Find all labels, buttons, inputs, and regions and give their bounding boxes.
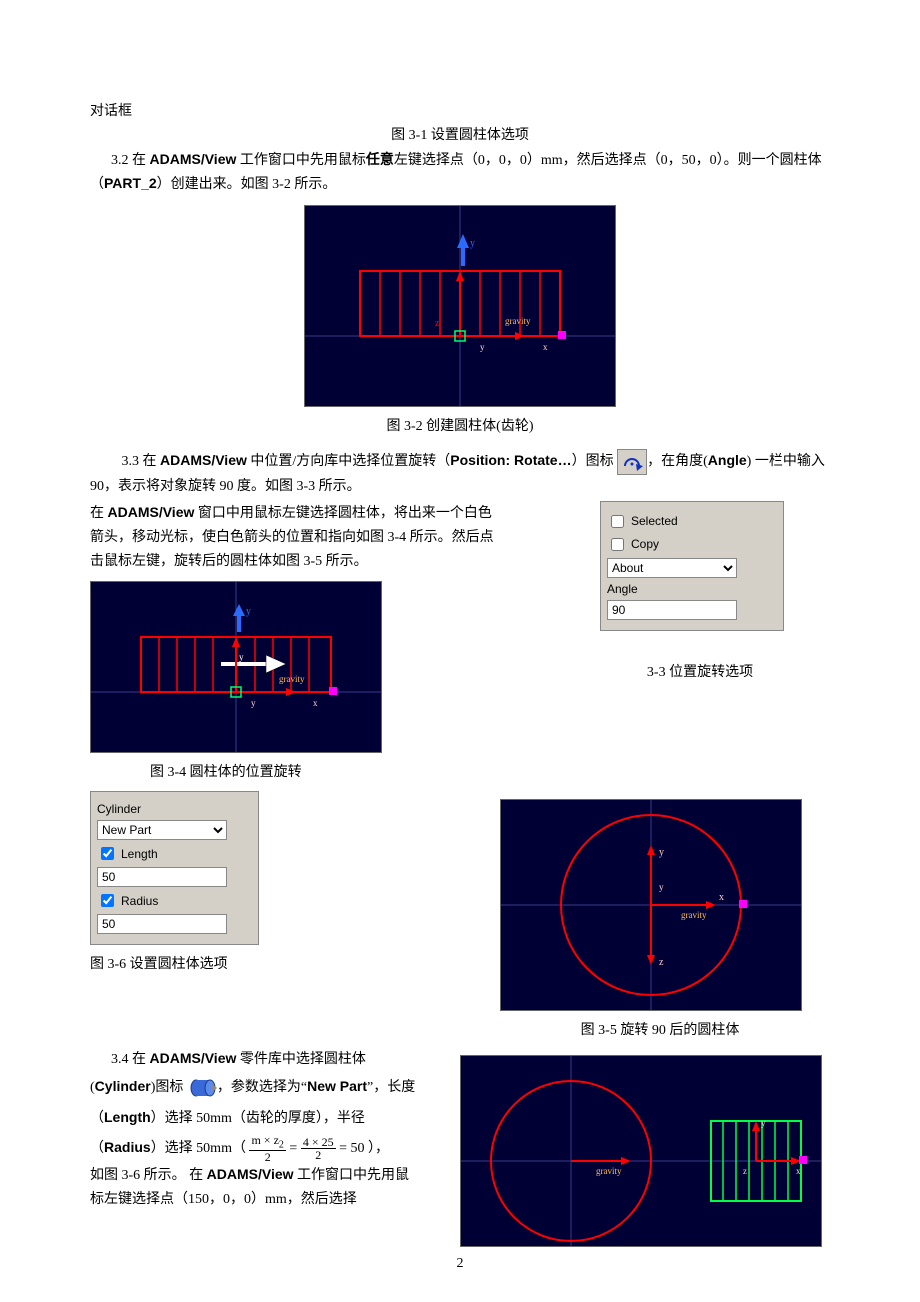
para-3-3-intro: 3.3 在 ADAMS/View 中位置/方向库中选择位置旋转（Position… bbox=[90, 449, 830, 499]
angle-label: Angle bbox=[607, 582, 638, 596]
text: 3.4 在 bbox=[111, 1052, 150, 1067]
rotate-icon bbox=[617, 449, 647, 475]
text: = 50 ）， bbox=[339, 1141, 389, 1156]
text: 如图 3-6 所示。 在 bbox=[90, 1168, 207, 1183]
text: ）选择 50mm（ bbox=[151, 1141, 246, 1156]
svg-text:y: y bbox=[246, 606, 251, 617]
top-line: 对话框 bbox=[90, 100, 830, 124]
para-3-4-a: 3.4 在 ADAMS/View 零件库中选择圆柱体 bbox=[90, 1047, 420, 1072]
caption-3-6: 图 3-6 设置圆柱体选项 bbox=[90, 953, 280, 977]
position-rotate: Position: Rotate… bbox=[450, 452, 571, 468]
caption-3-4: 图 3-4 圆柱体的位置旋转 bbox=[90, 761, 505, 781]
caption-3-1: 图 3-1 设置圆柱体选项 bbox=[90, 124, 830, 148]
figure-3-7: gravity y x z bbox=[460, 1055, 822, 1247]
svg-text:y: y bbox=[480, 342, 485, 352]
svg-text:y: y bbox=[761, 1118, 766, 1128]
para-3-2: 3.2 在 ADAMS/View 工作窗口中先用鼠标任意左键选择点（0，0，0）… bbox=[90, 148, 830, 198]
text: ，在角度( bbox=[647, 454, 708, 469]
para-3-3-body: 在 ADAMS/View 窗口中用鼠标左键选择圆柱体，将出来一个白色箭头，移动光… bbox=[90, 501, 505, 573]
text: 在 bbox=[90, 506, 108, 521]
cylinder-en: Cylinder bbox=[95, 1078, 151, 1094]
text: ，参数选择为“ bbox=[217, 1080, 307, 1095]
angle-input[interactable] bbox=[607, 600, 737, 620]
svg-text:z: z bbox=[435, 318, 440, 329]
copy-label: Copy bbox=[631, 537, 659, 551]
new-part-select[interactable]: New Part bbox=[97, 820, 227, 840]
radius-en: Radius bbox=[104, 1139, 151, 1155]
part2: PART_2 bbox=[104, 175, 157, 191]
new-part-en: New Part bbox=[307, 1078, 367, 1094]
svg-text:y: y bbox=[659, 847, 664, 858]
caption-3-2: 图 3-2 创建圆柱体(齿轮) bbox=[90, 415, 830, 435]
svg-text:gravity: gravity bbox=[279, 674, 305, 684]
text: 中位置/方向库中选择位置旋转（ bbox=[247, 454, 450, 469]
adams-view: ADAMS/View bbox=[150, 151, 237, 167]
caption-3-5: 图 3-5 旋转 90 后的圆柱体 bbox=[500, 1019, 820, 1039]
cylinder-icon bbox=[187, 1077, 217, 1099]
selected-checkbox[interactable] bbox=[611, 515, 624, 528]
copy-checkbox[interactable] bbox=[611, 538, 624, 551]
formula: m × z22 = 4 × 252 bbox=[249, 1134, 335, 1163]
para-3-4-b: (Cylinder)图标 ，参数选择为“New Part”，长度（Length）… bbox=[90, 1072, 420, 1163]
about-select[interactable]: About bbox=[607, 558, 737, 578]
para-3-4-c: 如图 3-6 所示。 在 ADAMS/View 工作窗口中先用鼠标左键选择点（1… bbox=[90, 1163, 420, 1212]
svg-text:y: y bbox=[470, 238, 475, 249]
svg-text:z: z bbox=[743, 1166, 747, 1176]
text: )图标 bbox=[151, 1080, 184, 1095]
angle-label-en: Angle bbox=[708, 452, 747, 468]
page-number: 2 bbox=[0, 1256, 920, 1272]
svg-text:y: y bbox=[659, 882, 664, 892]
adams-view: ADAMS/View bbox=[108, 504, 195, 520]
text: 工作窗口中先用鼠标 bbox=[236, 153, 366, 168]
length-label: Length bbox=[121, 847, 158, 861]
figure-3-5: y x y z gravity bbox=[500, 799, 802, 1011]
svg-text:y: y bbox=[239, 652, 244, 662]
svg-text:x: x bbox=[719, 892, 724, 903]
svg-text:x: x bbox=[313, 698, 318, 708]
figure-3-4: y y gravity y x bbox=[90, 581, 382, 753]
cylinder-panel: Cylinder New Part Length Radius bbox=[90, 791, 259, 945]
svg-text:gravity: gravity bbox=[596, 1166, 622, 1176]
svg-text:x: x bbox=[543, 342, 548, 352]
length-checkbox[interactable] bbox=[101, 847, 114, 860]
svg-text:x: x bbox=[796, 1166, 801, 1176]
radius-input[interactable] bbox=[97, 914, 227, 934]
radius-checkbox[interactable] bbox=[101, 894, 114, 907]
length-en: Length bbox=[104, 1109, 151, 1125]
length-input[interactable] bbox=[97, 867, 227, 887]
figure-3-2: y z y x gravity bbox=[304, 205, 616, 407]
cylinder-title: Cylinder bbox=[97, 802, 141, 816]
svg-text:y: y bbox=[251, 698, 256, 708]
adams-view: ADAMS/View bbox=[150, 1050, 237, 1066]
arbitrary: 任意 bbox=[366, 151, 394, 167]
selected-label: Selected bbox=[631, 514, 678, 528]
svg-text:gravity: gravity bbox=[681, 910, 707, 920]
text: ）创建出来。如图 3-2 所示。 bbox=[157, 177, 337, 192]
caption-3-3: 3-3 位置旋转选项 bbox=[600, 661, 800, 681]
text: 3.3 在 bbox=[122, 454, 161, 469]
adams-view: ADAMS/View bbox=[207, 1166, 294, 1182]
text: 3.2 在 bbox=[111, 153, 150, 168]
svg-text:z: z bbox=[659, 957, 664, 968]
radius-label: Radius bbox=[121, 894, 158, 908]
svg-text:gravity: gravity bbox=[505, 316, 531, 326]
adams-view: ADAMS/View bbox=[160, 452, 247, 468]
text: ）图标 bbox=[572, 454, 614, 469]
angle-panel: Selected Copy About Angle bbox=[600, 501, 784, 631]
text: 零件库中选择圆柱体 bbox=[236, 1052, 366, 1067]
